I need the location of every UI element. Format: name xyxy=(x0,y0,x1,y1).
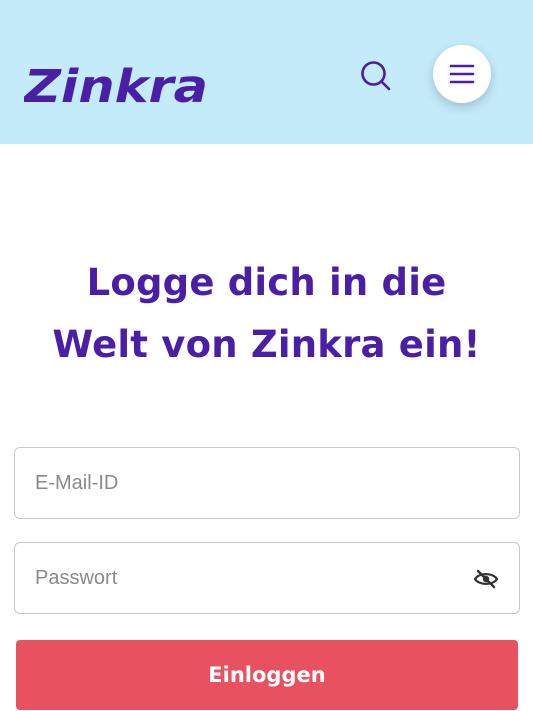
hamburger-menu-icon xyxy=(449,64,475,84)
svg-text:Zinkra: Zinkra xyxy=(24,60,208,113)
search-icon xyxy=(361,61,391,91)
eye-slash-icon xyxy=(473,569,499,589)
password-input[interactable] xyxy=(14,542,520,614)
login-button[interactable]: Einloggen xyxy=(16,640,518,710)
search-button[interactable] xyxy=(352,52,400,100)
menu-button[interactable] xyxy=(433,45,491,103)
page-title: Logge dich in die Welt von Zinkra ein! xyxy=(0,252,533,376)
header: Zinkra xyxy=(0,0,533,144)
title-line-2: Welt von Zinkra ein! xyxy=(52,323,481,366)
password-visibility-toggle[interactable] xyxy=(470,563,502,595)
zinkra-logo[interactable]: Zinkra xyxy=(24,44,214,114)
title-line-1: Logge dich in die xyxy=(86,261,447,304)
email-input[interactable] xyxy=(14,447,520,519)
